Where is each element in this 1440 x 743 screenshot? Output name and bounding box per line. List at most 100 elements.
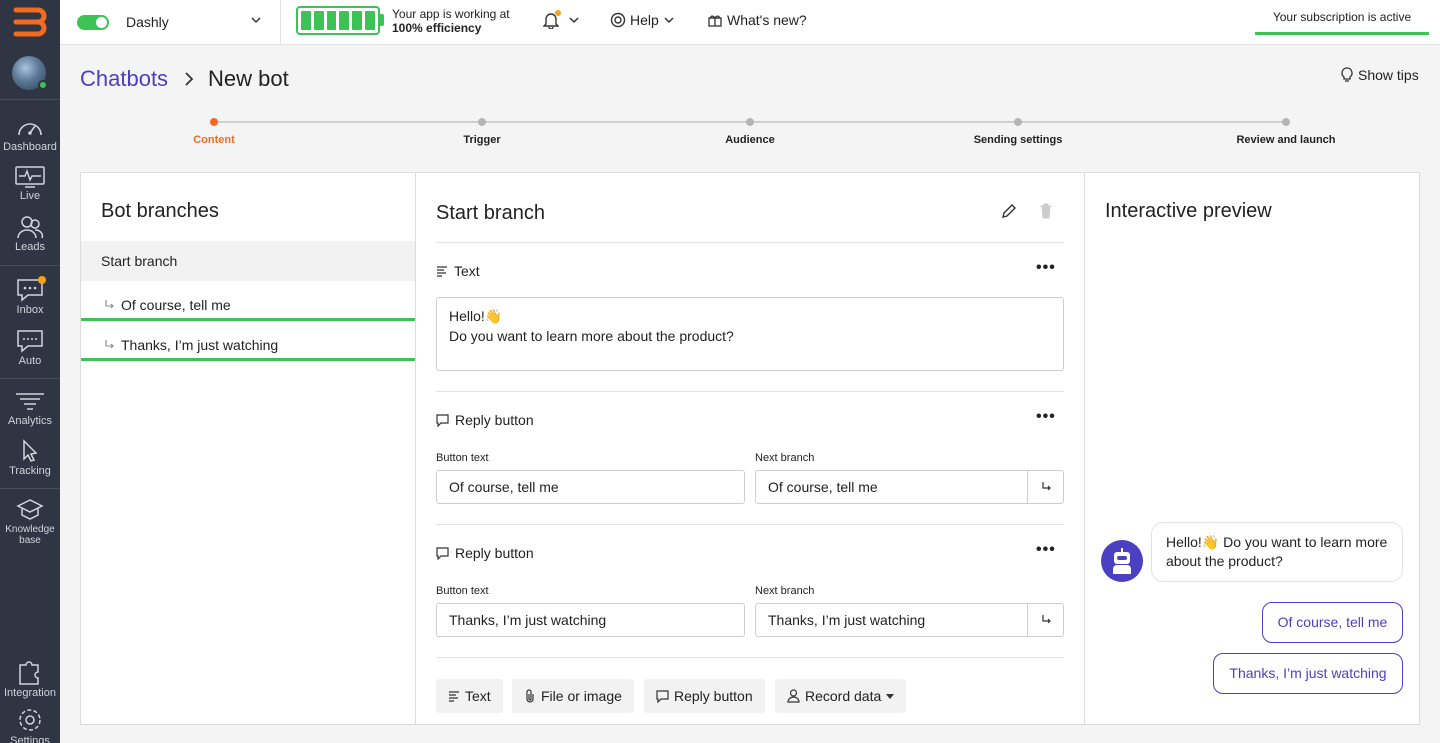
sidebar-item-label: Leads	[15, 241, 45, 253]
button-text-input[interactable]: Thanks, I’m just watching	[436, 603, 745, 637]
next-branch-select[interactable]: Thanks, I’m just watching	[755, 603, 1028, 637]
robot-icon	[1113, 548, 1131, 574]
next-branch-label: Next branch	[755, 452, 815, 464]
preview-reply-button[interactable]: Of course, tell me	[1262, 602, 1403, 643]
sidebar-item-label: Auto	[18, 355, 42, 367]
branch-item-of-course[interactable]: Of course, tell me	[81, 281, 415, 321]
reply-block-label: Reply button	[455, 412, 534, 428]
divider	[436, 657, 1064, 658]
more-options-icon[interactable]: •••	[1036, 541, 1056, 559]
bot-editor-card: Bot branches Start branch Of course, tel…	[80, 172, 1420, 725]
step-dot-audience[interactable]	[746, 118, 754, 126]
sidebar-item-knowledge-base[interactable]: Knowledge base	[0, 498, 60, 546]
project-toggle[interactable]	[77, 15, 109, 30]
paperclip-icon	[526, 689, 534, 703]
step-dot-content[interactable]	[210, 118, 218, 126]
sidebar-item-dashboard[interactable]: Dashboard	[0, 115, 60, 153]
sidebar-item-label: Settings	[10, 735, 50, 743]
sidebar-item-auto[interactable]: Auto	[0, 329, 60, 367]
sub-branch-arrow-icon	[105, 299, 114, 308]
message-line: Do you want to learn more about the prod…	[449, 328, 734, 344]
sidebar-item-label: Tracking	[9, 465, 51, 477]
reply-label: Of course, tell me	[1277, 614, 1388, 630]
step-sending-settings[interactable]: Sending settings	[938, 134, 1098, 146]
divider	[436, 391, 1064, 392]
add-button-label: Text	[465, 688, 491, 704]
divider	[436, 524, 1064, 525]
chevron-right-icon	[185, 72, 194, 86]
reply-bubble-icon	[656, 689, 669, 703]
button-text-label: Button text	[436, 452, 489, 464]
sidebar-divider	[0, 99, 60, 100]
sidebar-item-settings[interactable]: Settings	[0, 707, 60, 743]
breadcrumb-chatbots-link[interactable]: Chatbots	[80, 66, 168, 92]
sidebar-item-live[interactable]: Live	[0, 166, 60, 202]
add-button-label: File or image	[541, 688, 622, 704]
branches-title: Bot branches	[101, 200, 219, 222]
interactive-preview-panel: Interactive preview Hello!👋 Do you want …	[1085, 173, 1419, 724]
subscription-status[interactable]: Your subscription is active	[1255, 0, 1429, 35]
step-trigger[interactable]: Trigger	[402, 134, 562, 146]
add-file-button[interactable]: File or image	[512, 679, 634, 713]
chevron-down-icon[interactable]	[568, 14, 580, 26]
branch-item-thanks[interactable]: Thanks, I’m just watching	[81, 321, 415, 361]
divider	[436, 242, 1064, 243]
trash-icon[interactable]	[1039, 203, 1053, 219]
step-content[interactable]: Content	[134, 134, 294, 146]
step-audience[interactable]: Audience	[670, 134, 830, 146]
go-to-branch-button[interactable]	[1027, 603, 1064, 637]
add-reply-button[interactable]: Reply button	[644, 679, 765, 713]
sidebar-item-label: Analytics	[7, 415, 53, 427]
step-dot-sending-settings[interactable]	[1014, 118, 1022, 126]
project-selector[interactable]: Dashly	[60, 0, 281, 45]
add-record-data-dropdown[interactable]: Record data	[775, 679, 907, 713]
whats-new-link[interactable]: What's new?	[708, 12, 807, 28]
sidebar-item-leads[interactable]: Leads	[0, 215, 60, 253]
step-dot-review[interactable]	[1282, 118, 1290, 126]
step-review-and-launch[interactable]: Review and launch	[1206, 134, 1366, 146]
sidebar-item-analytics[interactable]: Analytics	[0, 391, 60, 427]
next-branch-select[interactable]: Of course, tell me	[755, 470, 1028, 504]
sidebar-item-label: Inbox	[16, 304, 44, 316]
sidebar-item-label: Live	[19, 190, 41, 202]
branch-item-start[interactable]: Start branch	[81, 241, 415, 281]
bot-message-bubble: Hello!👋 Do you want to learn more about …	[1151, 522, 1403, 582]
sidebar-divider	[0, 378, 60, 379]
message-textarea[interactable]: Hello!👋 Do you want to learn more about …	[436, 297, 1064, 371]
step-dot-trigger[interactable]	[478, 118, 486, 126]
chevron-down-icon	[251, 17, 261, 24]
step-connector	[218, 121, 478, 123]
user-icon	[787, 689, 800, 703]
button-text-input[interactable]: Of course, tell me	[436, 470, 745, 504]
sidebar-item-integration[interactable]: Integration	[0, 655, 60, 699]
text-lines-icon	[437, 266, 447, 277]
branch-title: Start branch	[436, 202, 545, 224]
more-options-icon[interactable]: •••	[1036, 408, 1056, 426]
help-menu[interactable]: Help	[610, 12, 675, 28]
bot-avatar	[1101, 540, 1143, 582]
add-text-button[interactable]: Text	[436, 679, 503, 713]
go-to-branch-button[interactable]	[1027, 470, 1064, 504]
reply-bubble-icon	[436, 413, 449, 427]
text-block-label: Text	[454, 263, 480, 279]
sidebar-item-tracking[interactable]: Tracking	[0, 439, 60, 477]
sub-branch-arrow-icon	[105, 339, 114, 348]
step-connector	[486, 121, 746, 123]
caret-down-icon	[886, 694, 895, 699]
preview-reply-button[interactable]: Thanks, I’m just watching	[1213, 653, 1403, 694]
sidebar-item-inbox[interactable]: Inbox	[0, 278, 60, 316]
reply-block-header: Reply button	[436, 545, 534, 561]
step-connector	[1022, 121, 1282, 123]
gear-icon	[19, 709, 41, 731]
whats-new-label: What's new?	[727, 12, 807, 28]
branch-label: Start branch	[101, 253, 178, 269]
input-value: Of course, tell me	[449, 479, 559, 495]
more-options-icon[interactable]: •••	[1036, 259, 1056, 277]
dashly-logo-icon[interactable]	[12, 6, 48, 38]
pencil-icon[interactable]	[1001, 203, 1017, 219]
bot-branches-panel: Bot branches Start branch Of course, tel…	[81, 173, 416, 724]
funnel-icon	[16, 393, 44, 410]
show-tips-button[interactable]: Show tips	[1340, 67, 1419, 83]
select-value: Of course, tell me	[768, 479, 878, 495]
select-value: Thanks, I’m just watching	[768, 612, 926, 628]
